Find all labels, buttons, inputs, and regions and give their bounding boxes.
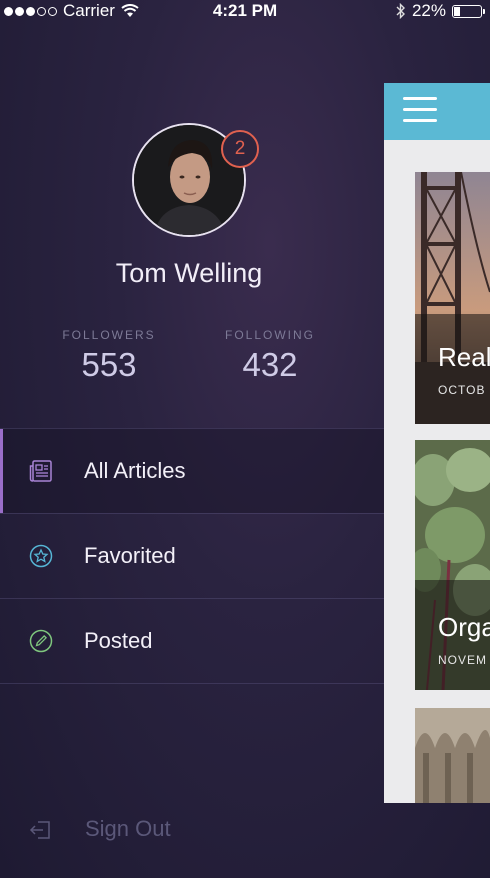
top-navigation-bar [384, 83, 490, 140]
main-content-panel[interactable]: Real OCTOB Orga NOVEM [384, 83, 490, 803]
article-image [415, 708, 490, 803]
followers-stat[interactable]: FOLLOWERS 553 [34, 328, 184, 384]
bluetooth-icon [396, 3, 405, 19]
navigation-menu: All Articles Favorited Posted [0, 428, 384, 684]
menu-item-all-articles[interactable]: All Articles [0, 428, 384, 513]
battery-icon [452, 4, 485, 18]
article-card[interactable]: Orga NOVEM [415, 440, 490, 690]
battery-percentage: 22% [411, 1, 446, 20]
article-date: NOVEM [438, 653, 488, 667]
menu-item-label: Favorited [84, 543, 176, 568]
sign-out-button[interactable]: Sign Out [0, 812, 384, 852]
followers-count: 553 [81, 346, 137, 383]
hamburger-menu-icon[interactable] [403, 97, 437, 125]
newspaper-icon [29, 460, 52, 482]
article-title: Real [438, 342, 490, 372]
menu-item-favorited[interactable]: Favorited [0, 513, 384, 598]
profile-name: Tom Welling [115, 258, 263, 288]
following-count: 432 [242, 346, 298, 383]
sign-out-icon [29, 821, 50, 839]
menu-item-label: All Articles [84, 458, 186, 483]
followers-label: FOLLOWERS [62, 328, 156, 342]
notification-badge[interactable]: 2 [221, 130, 259, 168]
article-card[interactable] [415, 708, 490, 803]
article-title: Orga [438, 612, 490, 642]
pencil-icon [29, 629, 53, 653]
menu-item-posted[interactable]: Posted [0, 598, 384, 684]
following-stat[interactable]: FOLLOWING 432 [195, 328, 345, 384]
star-icon [29, 544, 53, 568]
status-bar: Carrier 4:21 PM 22% [0, 0, 490, 24]
profile-avatar-container[interactable]: 2 [132, 123, 259, 237]
article-date: OCTOB [438, 383, 486, 397]
article-card[interactable]: Real OCTOB [415, 172, 490, 424]
menu-item-label: Posted [84, 628, 153, 653]
following-label: FOLLOWING [224, 328, 315, 342]
sign-out-label: Sign Out [85, 816, 171, 841]
